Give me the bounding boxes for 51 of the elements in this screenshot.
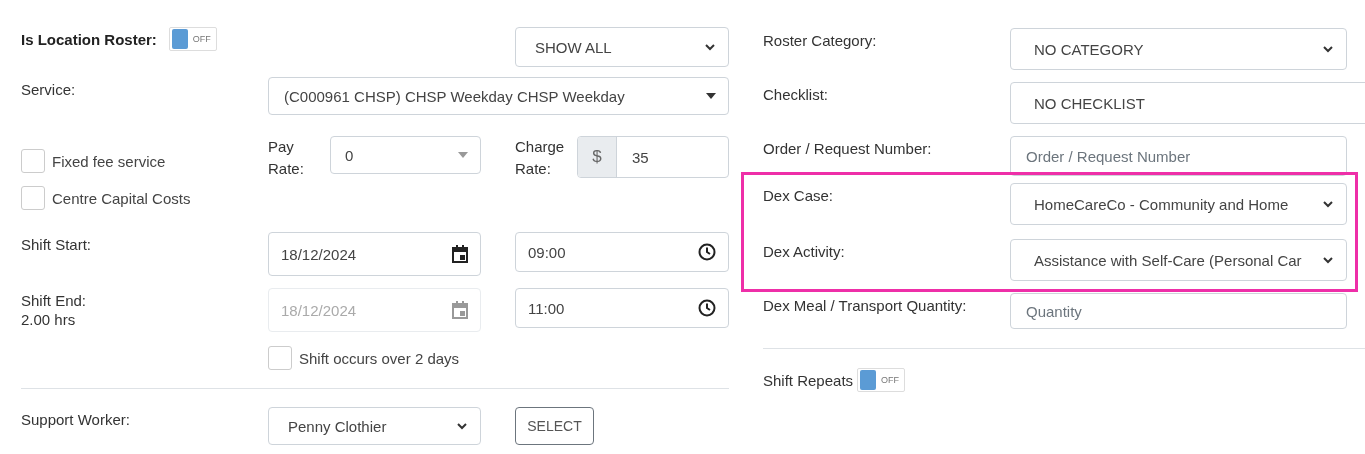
- field-label: Checklist:: [763, 85, 830, 103]
- checkbox[interactable]: [268, 346, 292, 370]
- clock-icon: [698, 299, 716, 317]
- select-button[interactable]: SELECT: [515, 407, 594, 445]
- clock-icon: [698, 243, 716, 261]
- field-label: Roster Category:: [763, 31, 878, 49]
- duration-text: 2.00 hrs: [21, 310, 77, 328]
- select-field[interactable]: HomeCareCo - Community and Home: [1010, 183, 1347, 225]
- select-field[interactable]: Penny Clothier: [268, 407, 481, 445]
- select-field[interactable]: Assistance with Self-Care (Personal Car: [1010, 239, 1347, 281]
- field-label: Charge Rate:: [515, 137, 566, 179]
- checkbox[interactable]: [21, 186, 45, 210]
- input-field[interactable]: $ 35: [577, 136, 729, 178]
- select-field[interactable]: NO CATEGORY: [1010, 28, 1347, 70]
- caret-icon: [706, 93, 716, 99]
- caret-icon: [458, 152, 468, 158]
- chevron-icon: [1322, 198, 1334, 210]
- checkbox[interactable]: [21, 149, 45, 173]
- field-label: Shift Start:: [21, 235, 93, 253]
- input-field[interactable]: Order / Request Number: [1010, 136, 1347, 176]
- field-label: Service:: [21, 80, 77, 98]
- checkbox-label: Shift occurs over 2 days: [299, 349, 460, 367]
- field-label: Order / Request Number:: [763, 139, 933, 157]
- field-label: Dex Case:: [763, 186, 835, 204]
- field-label: Dex Activity:: [763, 242, 846, 260]
- checkbox-label: Fixed fee service: [52, 152, 166, 170]
- select-field[interactable]: SHOW ALL: [515, 27, 729, 67]
- calendar-icon: [452, 245, 468, 263]
- time-field[interactable]: 09:00: [515, 232, 729, 272]
- toggle-switch[interactable]: OFF: [857, 368, 906, 392]
- toggle-switch[interactable]: OFF: [168, 27, 217, 51]
- select-field[interactable]: (C000961 CHSP) CHSP Weekday CHSP Weekday: [268, 77, 729, 115]
- date-field: 18/12/2024: [268, 288, 481, 332]
- chevron-icon: [704, 41, 716, 53]
- calendar-icon: [452, 301, 468, 319]
- checkbox-label: Centre Capital Costs: [52, 189, 191, 207]
- field-label: Is Location Roster:: [21, 30, 157, 48]
- select-field[interactable]: NO CHECKLIST: [1010, 82, 1365, 124]
- currency-addon: $: [578, 137, 617, 177]
- input-field[interactable]: Quantity: [1010, 293, 1347, 329]
- chevron-icon: [456, 420, 468, 432]
- chevron-icon: [1322, 43, 1334, 55]
- field-label: Support Worker:: [21, 410, 131, 428]
- field-label: Pay Rate:: [268, 137, 305, 179]
- field-label: Shift End:: [21, 291, 88, 309]
- field-label: Dex Meal / Transport Quantity:: [763, 296, 968, 314]
- time-field[interactable]: 11:00: [515, 288, 729, 328]
- chevron-icon: [1322, 254, 1334, 266]
- field-label: Shift Repeats: [763, 371, 854, 389]
- select-field[interactable]: 0: [330, 136, 481, 174]
- date-field[interactable]: 18/12/2024: [268, 232, 481, 276]
